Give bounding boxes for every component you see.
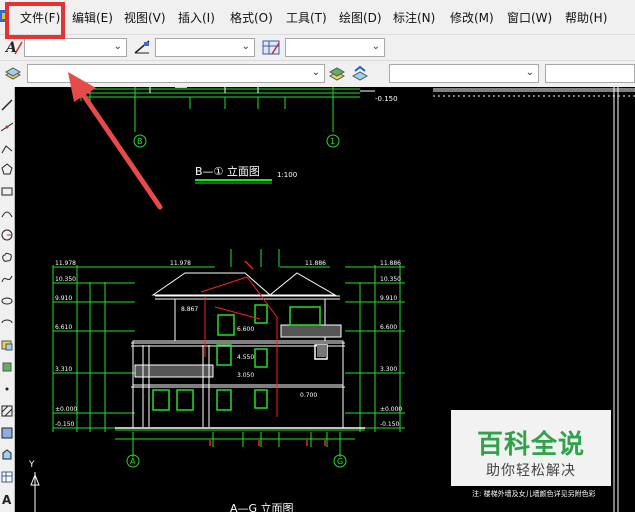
menu-bar: 文件(F) 编辑(E) 视图(V) 插入(I) 格式(O) 工具(T) 绘图(D…	[0, 0, 635, 34]
table-icon[interactable]	[1, 471, 13, 483]
menu-modify[interactable]: 修改(M)	[450, 9, 494, 27]
svg-text:11.978: 11.978	[55, 260, 76, 267]
styles-toolbar: A ⌄ ⌄ ⌄	[0, 34, 635, 60]
watermark-title: 百科全说	[476, 430, 585, 460]
revision-cloud-icon[interactable]	[1, 251, 13, 263]
axis-label: G	[337, 457, 343, 466]
svg-text:9.910: 9.910	[55, 295, 72, 302]
text-style-icon[interactable]: A	[5, 38, 23, 56]
svg-text:3.300: 3.300	[380, 366, 397, 373]
gradient-icon[interactable]	[1, 427, 13, 439]
layer-previous-icon[interactable]	[351, 65, 369, 83]
multiline-text-icon[interactable]: A	[1, 493, 13, 505]
menu-tools[interactable]: 工具(T)	[286, 9, 327, 27]
layer-manager-icon[interactable]	[4, 65, 22, 83]
table-style-icon[interactable]	[262, 38, 280, 56]
point-icon[interactable]	[1, 383, 13, 395]
circle-icon[interactable]	[1, 229, 13, 241]
lower-drawing-title: A—G 立面图	[230, 501, 294, 512]
svg-text:±0.000: ±0.000	[55, 406, 77, 413]
svg-text:6.610: 6.610	[55, 324, 72, 331]
watermark-logo: 百科全说 助你轻松解决	[451, 410, 611, 486]
ellipse-arc-icon[interactable]	[1, 317, 13, 329]
watermark-subtitle: 助你轻松解决	[486, 463, 576, 479]
chevron-down-icon: ⌄	[371, 41, 380, 52]
draw-toolbar: A	[0, 87, 15, 512]
svg-text:-0.150: -0.150	[380, 421, 400, 428]
polyline-icon[interactable]	[1, 143, 13, 155]
table-style-select[interactable]: ⌄	[285, 38, 385, 57]
ellipse-icon[interactable]	[1, 295, 13, 307]
svg-text:6.600: 6.600	[380, 324, 397, 331]
hatch-icon[interactable]	[1, 405, 13, 417]
axis-label: 1	[330, 137, 335, 146]
layer-select[interactable]: ⌄	[27, 64, 325, 83]
svg-text:±0.000: ±0.000	[380, 406, 402, 413]
drawing-scale: 1:100	[277, 171, 297, 179]
svg-text:11.886: 11.886	[380, 260, 401, 267]
svg-text:4.550: 4.550	[237, 354, 254, 361]
chevron-down-icon: ⌄	[241, 41, 250, 52]
svg-text:8.867: 8.867	[181, 306, 198, 313]
svg-text:3.050: 3.050	[237, 372, 254, 379]
insert-block-icon[interactable]	[1, 339, 13, 351]
menu-help[interactable]: 帮助(H)	[565, 9, 607, 27]
region-icon[interactable]	[1, 449, 13, 461]
axis-label: A	[130, 457, 136, 466]
svg-text:3.310: 3.310	[55, 366, 72, 373]
axis-label: B	[137, 137, 143, 146]
linetype-select[interactable]	[545, 64, 635, 83]
chevron-down-icon: ⌄	[525, 67, 534, 78]
drawing-title: B—① 立面图	[195, 164, 260, 178]
svg-text:Y: Y	[28, 460, 35, 470]
drawing-note: 注: 楼梯外墙及女儿墙颜色详见另附色彩	[472, 489, 596, 498]
elevation-label: 11.978	[170, 260, 191, 267]
chevron-down-icon: ⌄	[311, 67, 320, 78]
svg-text:0.700: 0.700	[300, 392, 317, 399]
svg-text:9.910: 9.910	[380, 295, 397, 302]
line-icon[interactable]	[1, 99, 13, 111]
menu-view[interactable]: 视图(V)	[124, 9, 166, 27]
dim-style-icon[interactable]	[133, 38, 151, 56]
menu-window[interactable]: 窗口(W)	[507, 9, 552, 27]
dim-style-select[interactable]: ⌄	[155, 38, 255, 57]
construction-line-icon[interactable]	[1, 121, 13, 133]
layers-toolbar: ⌄ ⌄	[0, 60, 635, 88]
svg-text:10.350: 10.350	[55, 276, 76, 283]
rectangle-icon[interactable]	[1, 185, 13, 197]
elevation-label: -0.150	[375, 95, 398, 103]
menu-dimension[interactable]: 标注(N)	[393, 9, 435, 27]
menu-edit[interactable]: 编辑(E)	[72, 9, 113, 27]
polygon-icon[interactable]	[1, 163, 13, 175]
make-layer-current-icon[interactable]	[328, 65, 346, 83]
elevation-label: 11.886	[305, 260, 326, 267]
arc-icon[interactable]	[1, 207, 13, 219]
text-style-select[interactable]: ⌄	[24, 38, 127, 57]
color-select[interactable]: ⌄	[389, 64, 539, 83]
svg-text:10.350: 10.350	[380, 276, 401, 283]
svg-text:A: A	[2, 493, 12, 505]
svg-text:-0.150: -0.150	[55, 421, 75, 428]
make-block-icon[interactable]	[1, 361, 13, 373]
menu-insert[interactable]: 插入(I)	[178, 9, 215, 27]
menu-draw[interactable]: 绘图(D)	[339, 9, 382, 27]
spline-icon[interactable]	[1, 273, 13, 285]
svg-text:6.600: 6.600	[237, 326, 254, 333]
chevron-down-icon: ⌄	[113, 41, 122, 52]
menu-format[interactable]: 格式(O)	[230, 9, 273, 27]
highlight-box	[5, 2, 65, 39]
